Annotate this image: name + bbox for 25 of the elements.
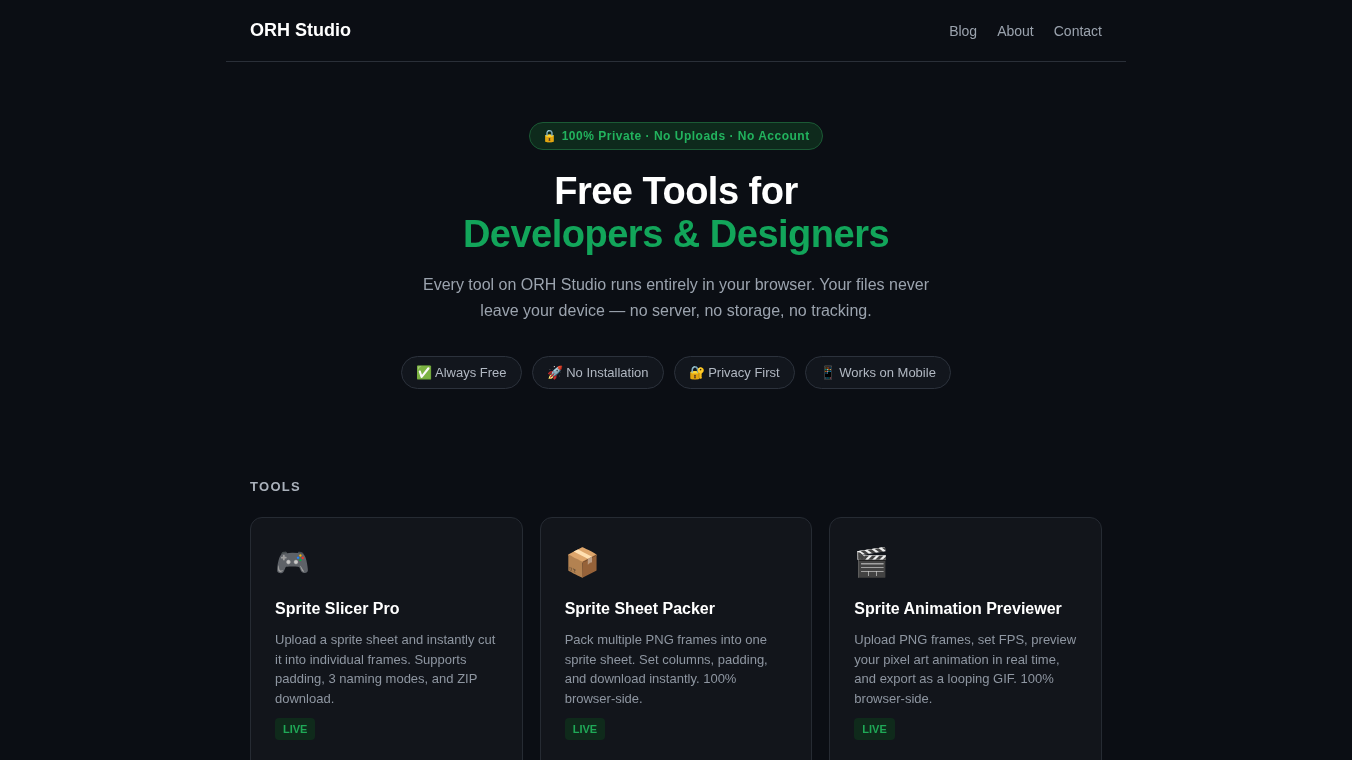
feature-pill: 📱 Works on Mobile [804, 356, 951, 389]
section-heading: TOOLS [250, 479, 303, 494]
live-badge: LIVE [854, 718, 895, 740]
tool-icon: 📦 [564, 546, 600, 580]
tool-icon: 🎬 [854, 546, 890, 580]
privacy-badge: 🔒 100% Private · No Uploads · No Account [529, 122, 823, 150]
tool-description: Upload a sprite sheet and instantly cut it into individual frames. Supports padding, 3 naming modes, and ZIP download. [275, 631, 497, 708]
site-logo[interactable]: ORH Studio [250, 20, 351, 41]
tool-description: Upload PNG frames, set FPS, preview your pixel art animation in real time, and export as a looping GIF. 100% browser-side. [854, 631, 1077, 708]
hero-title-accent: Developers & Designers [462, 213, 890, 255]
nav-link[interactable]: Contact [1053, 22, 1102, 39]
tool-title[interactable]: Sprite Slicer Pro [275, 598, 498, 620]
hero-title: Free Tools for [554, 170, 798, 212]
feature-pill: 🔐 Privacy First [673, 356, 795, 389]
feature-pill: 🚀 No Installation [531, 356, 664, 389]
feature-pill: ✅ Always Free [401, 356, 522, 389]
hero-description: Every tool on ORH Studio runs entirely in your browser. Your files never leave your device — no server, no storage, no tracking. [422, 275, 930, 321]
tool-icon: 🎮 [275, 546, 310, 580]
live-badge: LIVE [564, 718, 606, 740]
tool-title[interactable]: Sprite Sheet Packer [564, 598, 788, 620]
nav-link[interactable]: Blog [949, 22, 978, 39]
tool-title[interactable]: Sprite Animation Previewer [854, 598, 1077, 620]
nav-link[interactable]: About [997, 22, 1034, 39]
live-badge: LIVE [275, 718, 316, 740]
tool-description: Pack multiple PNG frames into one sprite sheet. Set columns, padding, and download instantly. 100% browser-side. [564, 631, 769, 708]
